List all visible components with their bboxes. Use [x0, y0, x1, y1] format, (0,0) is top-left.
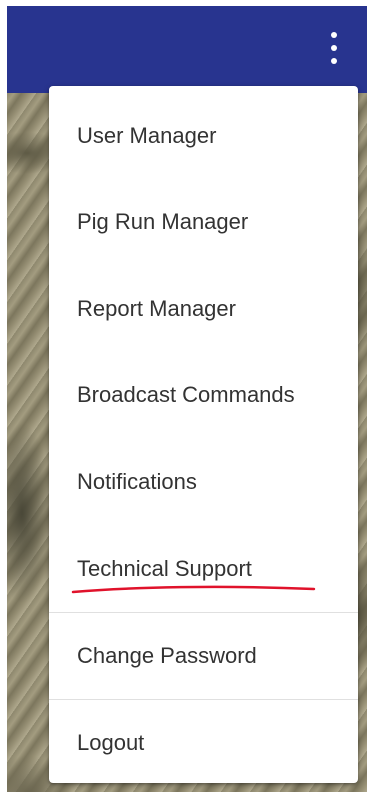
menu-item-pig-run-manager[interactable]: Pig Run Manager: [49, 179, 358, 265]
more-vert-icon[interactable]: [329, 32, 339, 64]
menu-item-report-manager[interactable]: Report Manager: [49, 266, 358, 352]
menu-item-label: Technical Support: [77, 556, 252, 581]
menu-item-label: Change Password: [77, 643, 257, 668]
menu-item-notifications[interactable]: Notifications: [49, 439, 358, 525]
app-screen: User Manager Pig Run Manager Report Mana…: [7, 6, 367, 792]
kebab-dot: [331, 32, 337, 38]
overflow-menu: User Manager Pig Run Manager Report Mana…: [49, 86, 358, 783]
menu-item-label: Pig Run Manager: [77, 209, 249, 234]
menu-item-label: Notifications: [77, 469, 197, 494]
red-underline-annotation: [71, 585, 316, 594]
menu-item-logout[interactable]: Logout: [49, 700, 358, 786]
menu-item-technical-support[interactable]: Technical Support: [49, 526, 358, 612]
menu-item-change-password[interactable]: Change Password: [49, 613, 358, 699]
app-bar: [7, 6, 367, 93]
kebab-dot: [331, 45, 337, 51]
kebab-dot: [331, 58, 337, 64]
menu-item-label: Broadcast Commands: [77, 382, 295, 407]
menu-item-label: Logout: [77, 730, 145, 755]
menu-item-broadcast-commands[interactable]: Broadcast Commands: [49, 352, 358, 438]
menu-item-user-manager[interactable]: User Manager: [49, 93, 358, 179]
menu-item-label: User Manager: [77, 123, 217, 148]
menu-item-label: Report Manager: [77, 296, 236, 321]
